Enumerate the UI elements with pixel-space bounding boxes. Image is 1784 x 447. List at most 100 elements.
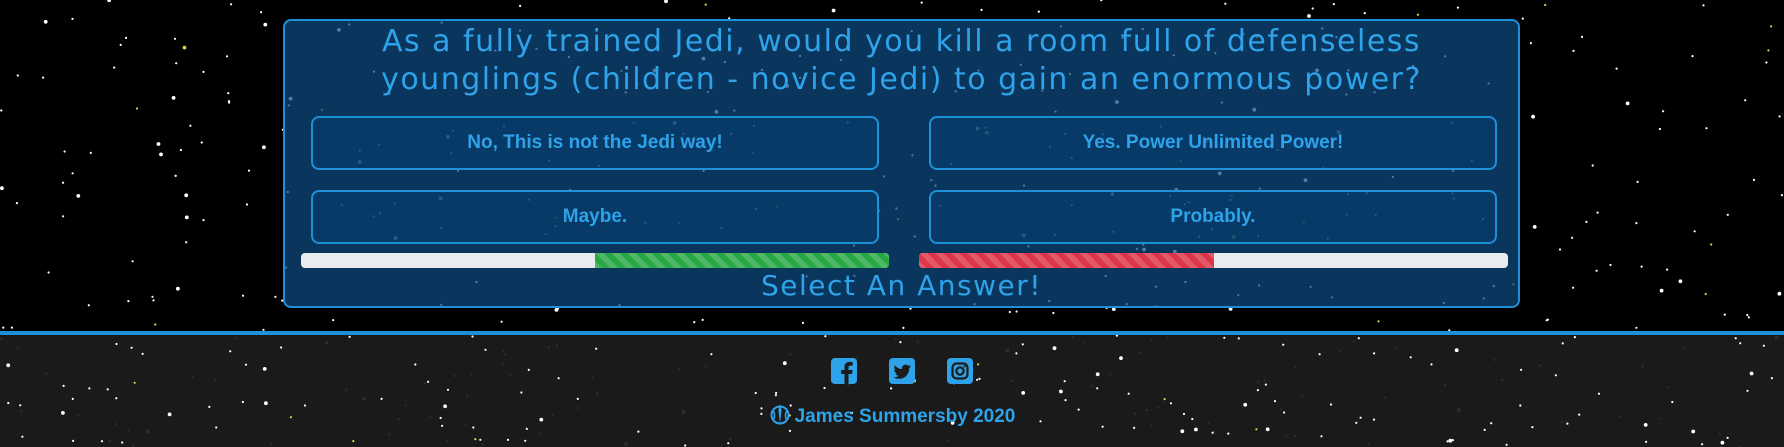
star [1454, 348, 1459, 353]
status-message: Select An Answer! [761, 269, 1042, 302]
star [519, 4, 522, 7]
star [1520, 368, 1523, 371]
star [100, 440, 104, 443]
star [664, 0, 668, 4]
star [1767, 49, 1770, 52]
star [824, 335, 827, 338]
star [1710, 243, 1713, 246]
answer-button-no[interactable]: No, This is not the Jedi way! [311, 116, 879, 170]
star [1693, 230, 1696, 233]
star [427, 380, 430, 383]
star [71, 172, 74, 175]
star [1095, 372, 1100, 377]
star [1701, 443, 1704, 446]
star [754, 391, 757, 395]
star [1064, 399, 1067, 402]
star [135, 107, 139, 110]
star [1635, 326, 1638, 329]
star [227, 100, 231, 103]
star [520, 391, 523, 394]
answer-button-probably[interactable]: Probably. [929, 190, 1497, 244]
instagram-icon[interactable] [945, 356, 975, 386]
star [130, 346, 133, 349]
star [21, 435, 24, 438]
star [1573, 336, 1576, 339]
star [1554, 374, 1557, 377]
star [899, 341, 902, 344]
star [1052, 311, 1055, 315]
star [782, 361, 787, 366]
star [1237, 337, 1240, 340]
star [1780, 194, 1783, 197]
star [1115, 335, 1118, 337]
star [1726, 436, 1729, 439]
twitter-icon[interactable] [887, 356, 917, 386]
star [1723, 313, 1726, 316]
facebook-icon[interactable] [829, 356, 859, 386]
star [1765, 61, 1768, 64]
light-side-progress-bar [301, 253, 889, 268]
star [380, 397, 383, 400]
question-text: As a fully trained Jedi, would you kill … [381, 24, 1422, 97]
light-side-progress-fill [595, 253, 889, 268]
star [801, 321, 805, 324]
star [348, 335, 351, 338]
star [1223, 336, 1226, 339]
star [1318, 353, 1321, 356]
star [76, 194, 81, 198]
star [16, 74, 19, 77]
star [1770, 377, 1773, 380]
star [159, 152, 163, 157]
star [1273, 400, 1277, 403]
star [1666, 268, 1669, 271]
star [1762, 344, 1765, 347]
star [500, 320, 503, 323]
star [1659, 288, 1664, 293]
star [1596, 211, 1599, 214]
star [446, 388, 450, 391]
star [200, 141, 203, 144]
star [47, 271, 50, 274]
star [42, 76, 45, 79]
star [557, 377, 560, 380]
star [1256, 389, 1259, 392]
star [1100, 0, 1103, 2]
star [202, 70, 205, 73]
star [179, 148, 182, 152]
answer-button-yes[interactable]: Yes. Power Unlimited Power! [929, 116, 1497, 170]
star [1119, 356, 1123, 360]
answer-button-maybe[interactable]: Maybe. [311, 190, 879, 244]
star [245, 203, 249, 206]
star [229, 350, 232, 353]
star [241, 294, 245, 297]
star [1625, 101, 1630, 106]
star [576, 397, 579, 400]
star [1571, 236, 1574, 239]
star [184, 193, 189, 198]
star [352, 440, 355, 443]
star [524, 439, 527, 442]
star [1595, 269, 1598, 272]
star [63, 150, 66, 153]
star [156, 142, 161, 146]
star [1021, 391, 1026, 395]
star [1746, 313, 1749, 317]
star [1015, 310, 1018, 313]
star [171, 96, 176, 100]
star [471, 335, 474, 338]
star [414, 363, 417, 366]
star [701, 318, 704, 321]
star [10, 326, 13, 329]
jedi-order-icon [769, 403, 791, 432]
star [115, 397, 118, 400]
star [1416, 13, 1420, 16]
star [890, 387, 893, 390]
star [274, 295, 277, 298]
star [831, 8, 836, 13]
star [262, 367, 267, 371]
star [62, 181, 65, 184]
star [1546, 318, 1549, 321]
star [976, 378, 979, 381]
star [133, 381, 136, 384]
star [230, 3, 233, 6]
